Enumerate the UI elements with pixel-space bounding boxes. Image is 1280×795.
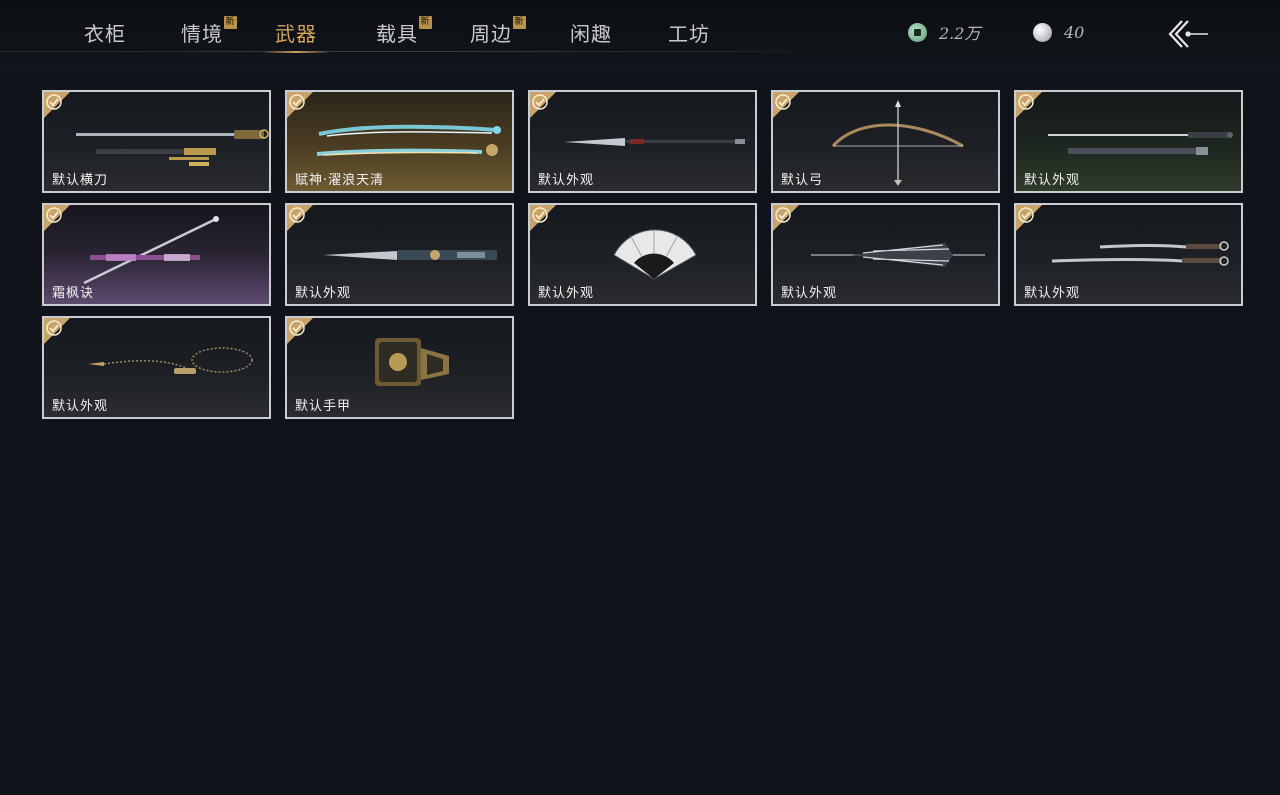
owned-check-icon — [44, 318, 70, 344]
coin-value: 2.2万 — [939, 24, 981, 43]
back-arrow-icon — [1168, 20, 1208, 48]
weapon-name: 默认外观 — [538, 286, 595, 301]
weapon-card[interactable]: 默认外观 — [771, 203, 1000, 306]
weapon-name: 默认横刀 — [52, 173, 109, 188]
pearl-icon — [1033, 22, 1052, 42]
new-badge: 新 — [419, 16, 432, 29]
weapon-card[interactable]: 默认外观 — [528, 90, 757, 193]
weapon-name: 默认外观 — [1024, 286, 1081, 301]
weapon-name: 默认外观 — [295, 286, 352, 301]
weapon-name: 默认外观 — [1024, 173, 1081, 188]
tab-label: 周边 — [470, 22, 512, 46]
weapon-name: 霜枫诀 — [52, 286, 95, 301]
nav-divider — [0, 51, 790, 52]
top-navigation-bar: 衣柜 情境 新 武器 载具 新 周边 新 闲趣 工坊 2.2万 40 — [0, 0, 1280, 74]
owned-check-icon — [530, 205, 556, 231]
weapon-card[interactable]: 默认外观 — [285, 203, 514, 306]
tab-label: 工坊 — [668, 22, 710, 46]
jade-coin-icon — [908, 22, 927, 42]
tab-weapons[interactable]: 武器 — [261, 18, 331, 53]
weapon-name: 默认外观 — [538, 173, 595, 188]
tab-label: 载具 — [376, 22, 418, 46]
tab-scenes[interactable]: 情境 新 — [181, 16, 237, 52]
weapon-card[interactable]: 默认手甲 — [285, 316, 514, 419]
tab-vehicles[interactable]: 载具 新 — [376, 16, 432, 52]
owned-check-icon — [44, 205, 70, 231]
owned-check-icon — [287, 92, 313, 118]
tab-label: 情境 — [181, 22, 223, 46]
new-badge: 新 — [513, 16, 526, 29]
tab-accessories[interactable]: 周边 新 — [470, 16, 526, 52]
back-button[interactable] — [1166, 18, 1210, 50]
tab-label: 衣柜 — [84, 22, 126, 46]
weapon-card[interactable]: 霜枫诀 — [42, 203, 271, 306]
weapon-card[interactable]: 默认弓 — [771, 90, 1000, 193]
pearl-balance: 40 — [1033, 20, 1084, 44]
owned-check-icon — [773, 92, 799, 118]
new-badge: 新 — [224, 16, 237, 29]
tab-label: 武器 — [275, 22, 317, 46]
owned-check-icon — [1016, 92, 1042, 118]
tab-workshop[interactable]: 工坊 — [668, 18, 710, 52]
weapon-card[interactable]: 赋神·濯浪天清 — [285, 90, 514, 193]
weapon-card[interactable]: 默认外观 — [528, 203, 757, 306]
weapon-name: 默认弓 — [781, 173, 824, 188]
tab-wardrobe[interactable]: 衣柜 — [84, 18, 126, 52]
tab-leisure[interactable]: 闲趣 — [570, 18, 612, 52]
weapon-card[interactable]: 默认外观 — [42, 316, 271, 419]
weapon-name: 默认外观 — [781, 286, 838, 301]
pearl-value: 40 — [1064, 22, 1085, 42]
owned-check-icon — [287, 205, 313, 231]
weapon-name: 赋神·濯浪天清 — [295, 173, 385, 188]
weapon-card[interactable]: 默认横刀 — [42, 90, 271, 193]
owned-check-icon — [287, 318, 313, 344]
weapon-card[interactable]: 默认外观 — [1014, 90, 1243, 193]
weapon-card[interactable]: 默认外观 — [1014, 203, 1243, 306]
tab-label: 闲趣 — [570, 22, 612, 46]
owned-check-icon — [773, 205, 799, 231]
weapon-name: 默认手甲 — [295, 399, 352, 414]
owned-check-icon — [44, 92, 70, 118]
weapon-name: 默认外观 — [52, 399, 109, 414]
owned-check-icon — [1016, 205, 1042, 231]
coin-balance: 2.2万 — [908, 20, 980, 44]
owned-check-icon — [530, 92, 556, 118]
